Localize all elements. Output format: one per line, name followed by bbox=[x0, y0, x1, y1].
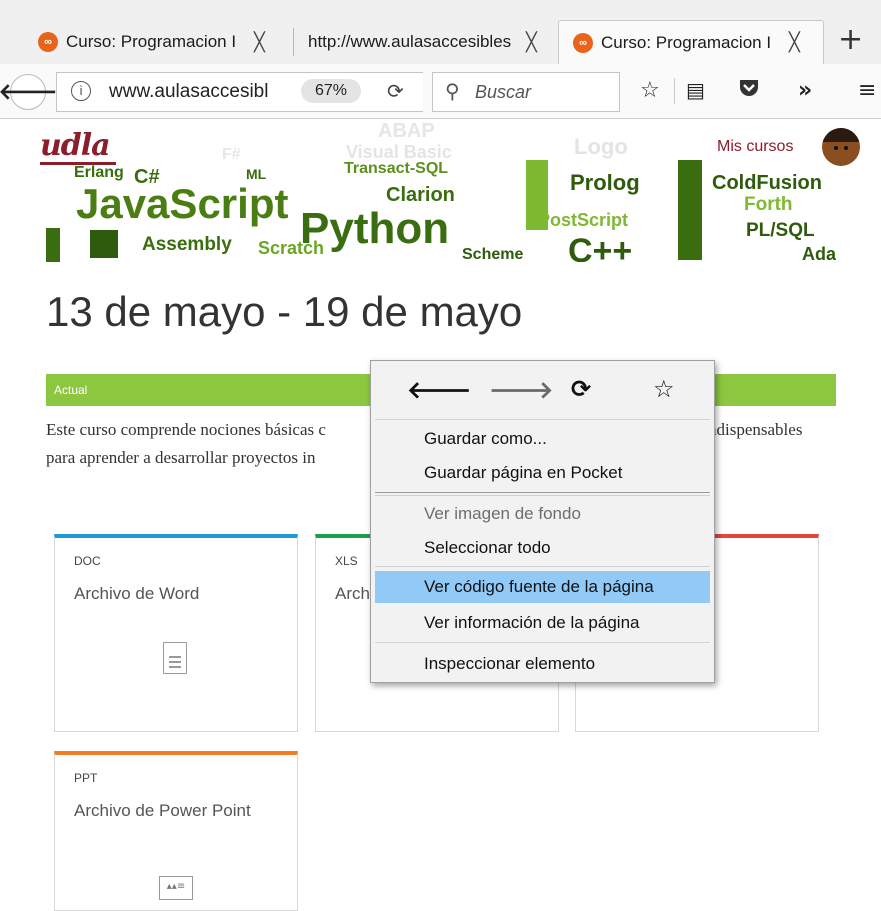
banner-block bbox=[678, 160, 702, 260]
zoom-indicator[interactable]: 67% bbox=[301, 79, 361, 103]
banner-word: JavaScript bbox=[76, 180, 289, 227]
card-name: Archivo de Power Point bbox=[74, 801, 251, 820]
banner-word: Transact-SQL bbox=[344, 160, 449, 177]
back-arrow-icon[interactable]: 🡐 bbox=[407, 375, 471, 404]
tab-divider bbox=[293, 28, 294, 56]
menu-item-guardar-como[interactable]: Guardar como... bbox=[375, 423, 710, 455]
new-tab-button[interactable]: + bbox=[838, 22, 863, 57]
tab-label: Curso: Programacion I bbox=[601, 32, 772, 52]
pocket-icon[interactable] bbox=[738, 78, 760, 104]
banner-word: Assembly bbox=[142, 234, 232, 255]
tab-curso-1[interactable]: ∞ Curso: Programacion I ╳ bbox=[38, 20, 288, 64]
card-name: Archivo de Word bbox=[74, 584, 200, 603]
menu-separator bbox=[375, 566, 710, 567]
menu-separator bbox=[375, 495, 710, 496]
moodle-favicon-icon: ∞ bbox=[38, 32, 58, 52]
reload-icon[interactable]: ⟳ bbox=[387, 79, 404, 103]
overflow-chevron-icon[interactable]: » bbox=[798, 78, 812, 103]
close-tab-icon[interactable]: ╳ bbox=[254, 32, 265, 53]
resource-card-doc[interactable]: DOC Archivo de Word bbox=[54, 534, 298, 732]
banner-word: Scheme bbox=[462, 246, 524, 262]
banner-word: Logo bbox=[574, 134, 628, 159]
avatar-eye bbox=[834, 146, 838, 150]
menu-item-ver-codigo-fuente[interactable]: Ver código fuente de la página bbox=[375, 571, 710, 603]
banner-word: Prolog bbox=[570, 170, 640, 195]
avatar[interactable] bbox=[822, 128, 860, 166]
banner-word: ABAP bbox=[378, 120, 435, 142]
banner-block bbox=[90, 230, 118, 258]
presentation-file-icon: ▴▴≡ bbox=[159, 876, 193, 900]
url-text[interactable]: www.aulasaccesibles bbox=[109, 81, 269, 103]
description-line-end: ndispensables bbox=[708, 420, 803, 439]
card-type: PPT bbox=[74, 771, 98, 785]
menu-separator bbox=[375, 419, 710, 420]
tab-label: Curso: Programacion I bbox=[66, 32, 237, 51]
banner-block bbox=[46, 228, 60, 262]
avatar-eye bbox=[844, 146, 848, 150]
card-type: XLS bbox=[335, 554, 358, 568]
search-input[interactable]: ⚲ Buscar bbox=[432, 72, 620, 112]
mis-cursos-link[interactable]: Mis cursos bbox=[717, 138, 793, 156]
menu-item-inspeccionar[interactable]: Inspeccionar elemento bbox=[375, 648, 710, 680]
menu-separator bbox=[375, 492, 710, 493]
close-tab-icon[interactable]: ╳ bbox=[526, 32, 537, 53]
banner-block bbox=[526, 160, 548, 230]
banner-word: ColdFusion bbox=[712, 172, 822, 194]
bookmark-star-icon[interactable]: ☆ bbox=[640, 78, 660, 103]
search-placeholder: Buscar bbox=[475, 82, 532, 102]
banner-word: Forth bbox=[744, 194, 793, 215]
card-name: Arch bbox=[335, 584, 370, 603]
reader-view-icon[interactable]: ▤ bbox=[686, 78, 705, 102]
bookmark-star-icon[interactable]: ☆ bbox=[653, 375, 675, 403]
banner-word: C++ bbox=[568, 232, 633, 262]
banner-word: F# bbox=[222, 146, 241, 163]
tab-strip: ∞ Curso: Programacion I ╳ http://www.aul… bbox=[0, 0, 881, 66]
card-type: DOC bbox=[74, 554, 101, 568]
menu-item-seleccionar-todo[interactable]: Seleccionar todo bbox=[375, 532, 710, 564]
close-tab-icon[interactable]: ╳ bbox=[789, 32, 800, 53]
back-button[interactable]: 🡐 bbox=[0, 74, 58, 110]
reload-icon[interactable]: ⟳ bbox=[571, 375, 591, 403]
context-menu-nav-row: 🡐 🡒 ⟳ ☆ bbox=[371, 361, 714, 419]
description-line: Este curso comprende nociones básicas c bbox=[46, 420, 326, 439]
hamburger-menu-icon[interactable]: ≡ bbox=[858, 78, 876, 103]
page-title: 13 de mayo - 19 de mayo bbox=[46, 288, 523, 335]
context-menu: 🡐 🡒 ⟳ ☆ Guardar como... Guardar página e… bbox=[370, 360, 715, 683]
forward-arrow-icon[interactable]: 🡒 bbox=[489, 375, 553, 404]
menu-item-ver-imagen-fondo[interactable]: Ver imagen de fondo bbox=[375, 498, 710, 530]
banner-word: Ada bbox=[802, 244, 836, 262]
banner-word: PL/SQL bbox=[746, 220, 815, 241]
moodle-favicon-icon: ∞ bbox=[573, 32, 593, 53]
banner-word: PostScript bbox=[538, 210, 629, 230]
menu-item-ver-informacion[interactable]: Ver información de la página bbox=[375, 607, 710, 639]
description-line: para aprender a desarrollar proyectos in bbox=[46, 448, 316, 467]
avatar-hair bbox=[822, 128, 860, 142]
url-bar[interactable]: i www.aulasaccesibles 67% ⟳ bbox=[56, 72, 423, 112]
toolbar-divider bbox=[674, 78, 675, 104]
tab-aulasaccesibles[interactable]: http://www.aulasaccesibles ╳ bbox=[308, 20, 553, 64]
menu-separator bbox=[375, 642, 710, 643]
menu-item-guardar-pocket[interactable]: Guardar página en Pocket bbox=[375, 457, 710, 489]
site-info-icon[interactable]: i bbox=[71, 81, 91, 101]
banner-word: Scratch bbox=[258, 238, 325, 258]
resource-card-ppt[interactable]: PPT Archivo de Power Point ▴▴≡ bbox=[54, 751, 298, 911]
search-icon: ⚲ bbox=[445, 79, 460, 103]
back-arrow-icon: 🡐 bbox=[0, 80, 58, 105]
tab-label: http://www.aulasaccesibles bbox=[308, 32, 512, 51]
document-file-icon bbox=[163, 642, 187, 674]
navigation-toolbar: 🡐 i www.aulasaccesibles 67% ⟳ ⚲ Buscar ☆… bbox=[0, 64, 881, 119]
tab-curso-active[interactable]: ∞ Curso: Programacion I ╳ bbox=[558, 20, 824, 64]
